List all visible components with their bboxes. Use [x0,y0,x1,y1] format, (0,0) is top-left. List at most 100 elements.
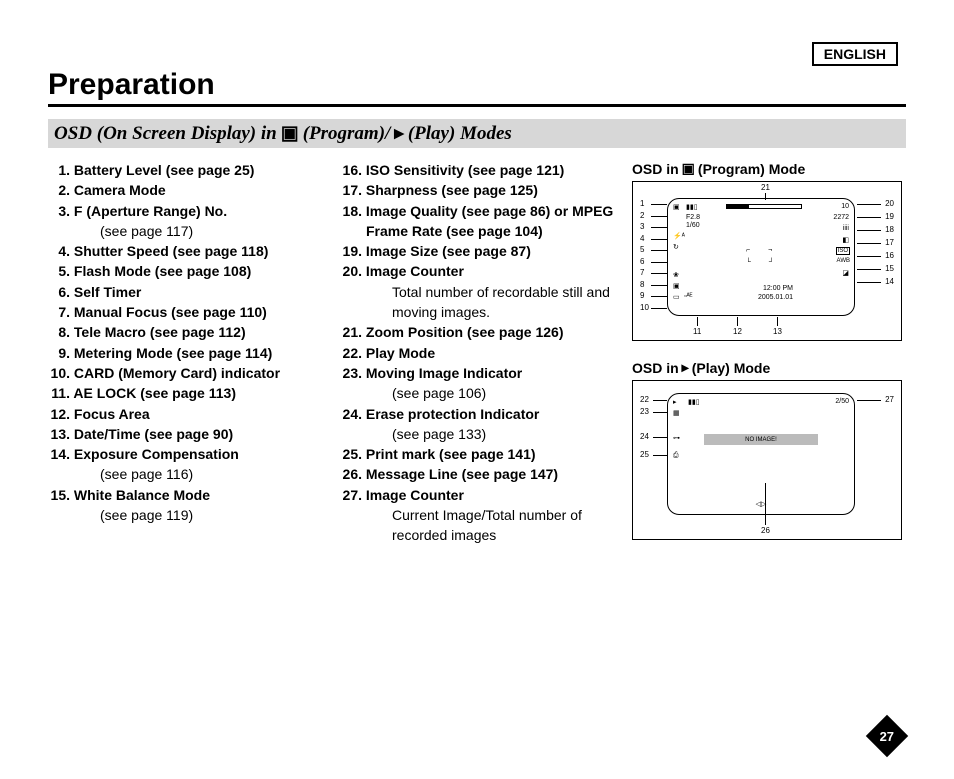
callout-number: 9 [640,292,644,300]
card-icon: ▭ [673,293,680,301]
img-counter: 10 [841,203,849,210]
play-counter: 2/50 [835,398,849,405]
expcomp-icon: ◪ [842,269,849,277]
list-item: 22. Play Mode [340,343,620,363]
iso-label: ISO [836,247,850,255]
list-item: 16. ISO Sensitivity (see page 121) [340,160,620,180]
list-item: 15. White Balance Mode(see page 119) [48,485,328,526]
timer-icon: ↻ [673,243,679,251]
callout-number: 4 [640,235,644,243]
callout-number: 21 [761,184,770,192]
program-diagram-title: OSD in ▣ (Program) Mode [632,160,906,177]
callout-number: 5 [640,246,644,254]
callout-number: 8 [640,281,644,289]
callout-number: 20 [885,200,894,208]
list-item: 11. AE LOCK (see page 113) [48,383,328,403]
program-diagram: ▣ ▮▮▯ F2.8 1/60 ⚡ᴬ ↻ ❀ ▣ ▭ ▫ᴬᴱ ⌐¬ └┘ 10 [632,181,902,341]
page-number: 27 [880,729,894,744]
list-item: 23. Moving Image Indicator(see page 106) [340,363,620,404]
play-icon: ▸ [394,122,404,145]
play-diagram-title: OSD in ▸ (Play) Mode [632,359,906,376]
awb-label: AWB [837,258,850,264]
list-item: 8. Tele Macro (see page 112) [48,322,328,342]
message-line: NO IMAGE! [704,434,818,445]
callout-number: 12 [733,328,742,336]
callout-number: 2 [640,212,644,220]
callout-number: 7 [640,269,644,277]
callout-number: 23 [640,408,649,416]
play-screen: ▸ ▮▮▯ ▦ ⊶ ⎙ 2/50 NO IMAGE! ◁▷ [667,393,855,515]
program-screen: ▣ ▮▮▯ F2.8 1/60 ⚡ᴬ ↻ ❀ ▣ ▭ ▫ᴬᴱ ⌐¬ └┘ 10 [667,198,855,316]
play-diagram: ▸ ▮▮▯ ▦ ⊶ ⎙ 2/50 NO IMAGE! ◁▷ 22 23 24 25 27… [632,380,902,540]
list-item: 25. Print mark (see page 141) [340,444,620,464]
callout-number: 18 [885,226,894,234]
zoom-bar [726,204,802,209]
battery-icon: ▮▮▯ [686,203,698,211]
zoom-bar-fill [727,205,749,208]
section-heading-play: (Play) Modes [408,123,512,145]
list-item: 7. Manual Focus (see page 110) [48,302,328,322]
callout-number: 17 [885,239,894,247]
right-column-list: 16. ISO Sensitivity (see page 121)17. Sh… [340,160,620,546]
list-item: 2. Camera Mode [48,180,328,200]
callout-number: 26 [761,527,770,535]
date-text: 2005.01.01 [758,294,793,301]
flash-icon: ⚡ᴬ [673,232,685,240]
play-icon: ▸ [682,359,689,376]
page-number-badge: 27 [866,715,908,757]
section-heading-program: (Program)/ [303,123,391,145]
list-item: 1. Battery Level (see page 25) [48,160,328,180]
callout-number: 6 [640,258,644,266]
callout-number: 27 [885,396,894,404]
battery-icon: ▮▮▯ [688,398,700,406]
list-item: 10. CARD (Memory Card) indicator [48,363,328,383]
meter-icon: ▣ [673,282,680,290]
list-item: 6. Self Timer [48,282,328,302]
list-item: 3. F (Aperture Range) No.(see page 117) [48,201,328,242]
callout-number: 15 [885,265,894,273]
camera-mode-icon: ▣ [673,203,680,211]
protect-icon: ⊶ [673,434,680,442]
list-item: 26. Message Line (see page 147) [340,464,620,484]
left-column-list: 1. Battery Level (see page 25)2. Camera … [48,160,328,525]
shutter-value: 1/60 [686,222,700,229]
callout-number: 16 [885,252,894,260]
side-column: OSD in ▣ (Program) Mode ▣ ▮▮▯ F2.8 1/60 … [632,160,906,558]
callout-number: 25 [640,451,649,459]
list-item: 9. Metering Mode (see page 114) [48,343,328,363]
play-title-prefix: OSD in [632,360,679,376]
list-item: 19. Image Size (see page 87) [340,241,620,261]
quality-bars: iiii [843,225,849,232]
callout-number: 22 [640,396,649,404]
list-item: 18. Image Quality (see page 86) or MPEG … [340,201,620,242]
callout-number: 11 [693,328,701,336]
list-item: 14. Exposure Compensation(see page 116) [48,444,328,485]
language-badge: ENGLISH [812,42,898,66]
section-heading-prefix: OSD (On Screen Display) in [54,123,277,145]
list-item: 17. Sharpness (see page 125) [340,180,620,200]
camera-icon: ▣ [682,160,695,177]
time-text: 12:00 PM [763,285,793,292]
macro-icon: ❀ [673,271,679,279]
play-title-suffix: (Play) Mode [692,360,771,376]
sharpness-icon: ◧ [842,236,849,244]
callout-number: 14 [885,278,894,286]
list-item: 13. Date/Time (see page 90) [48,424,328,444]
section-heading: OSD (On Screen Display) in ▣ (Program)/ … [48,119,906,148]
callout-number: 1 [640,200,644,208]
camera-icon: ▣ [281,122,299,145]
callout-number: 10 [640,304,649,312]
print-icon: ⎙ [673,452,679,460]
playmode-icon: ▸ [673,398,677,406]
list-item: 20. Image CounterTotal number of recorda… [340,261,620,322]
list-item: 24. Erase protection Indicator(see page … [340,404,620,445]
content-columns: 1. Battery Level (see page 25)2. Camera … [48,160,906,558]
page-title: Preparation [48,68,906,107]
movie-icon: ▦ [673,409,680,417]
focus-area-icon: ⌐¬ [746,247,790,254]
ae-lock-icon: ▫ᴬᴱ [684,293,693,300]
list-item: 4. Shutter Speed (see page 118) [48,241,328,261]
callout-number: 3 [640,223,644,231]
callout-number: 24 [640,433,649,441]
focus-area-icon-b: └┘ [746,259,792,266]
